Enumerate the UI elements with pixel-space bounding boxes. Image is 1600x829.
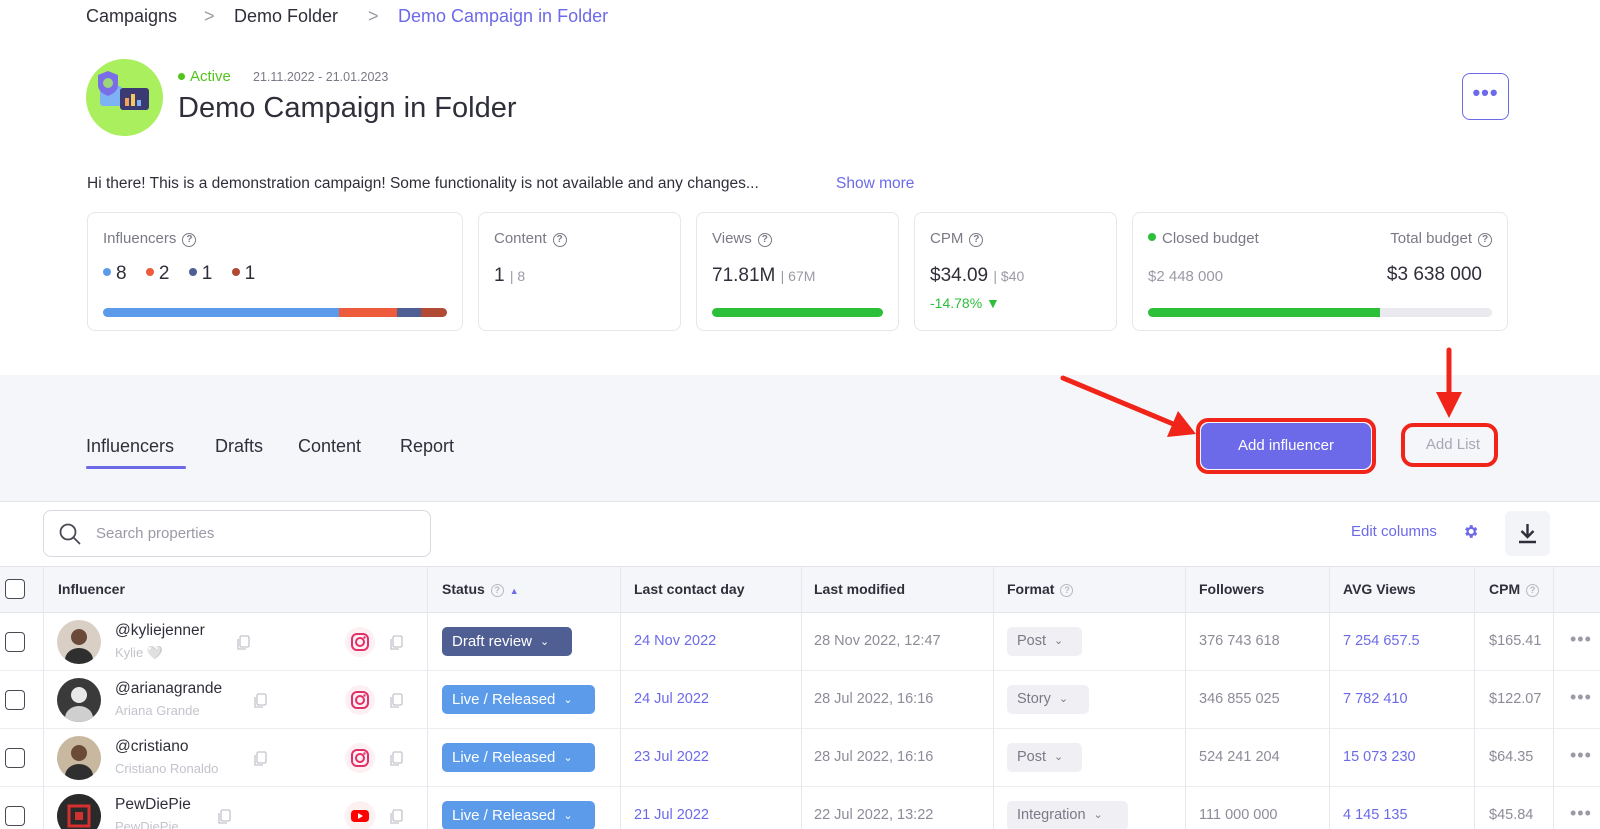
copy-icon[interactable] — [253, 751, 267, 767]
influencer-handle[interactable]: @kyliejenner — [115, 622, 205, 640]
influencer-handle[interactable]: @arianagrande — [115, 680, 222, 698]
column-header-cpm[interactable]: CPM? — [1489, 581, 1540, 597]
row-more-button[interactable]: ••• — [1570, 687, 1592, 708]
download-icon — [1519, 524, 1536, 544]
last-contact-date[interactable]: 23 Jul 2022 — [634, 749, 709, 765]
format-dropdown[interactable]: Post ⌄ — [1007, 627, 1082, 656]
row-checkbox[interactable] — [5, 748, 25, 768]
search-input[interactable]: Search properties — [43, 510, 431, 557]
search-icon — [59, 523, 81, 545]
chevron-down-icon: ⌄ — [1093, 809, 1103, 821]
copy-icon[interactable] — [389, 635, 403, 651]
avatar — [57, 736, 101, 780]
status-dropdown[interactable]: Draft review ⌄ — [442, 627, 572, 656]
influencer-name: PewDiePie — [115, 819, 179, 829]
cpm-value: $45.84 — [1489, 807, 1534, 823]
edit-columns-button[interactable]: Edit columns — [1351, 523, 1437, 540]
row-checkbox[interactable] — [5, 632, 25, 652]
followers-count: 524 241 204 — [1199, 749, 1280, 765]
chevron-down-icon: ⌄ — [1054, 635, 1064, 647]
format-dropdown[interactable]: Integration ⌄ — [1007, 801, 1128, 829]
copy-icon[interactable] — [389, 693, 403, 709]
row-more-button[interactable]: ••• — [1570, 803, 1592, 824]
avg-views[interactable]: 7 782 410 — [1343, 691, 1408, 707]
avatar — [57, 678, 101, 722]
cpm-value: $64.35 — [1489, 749, 1534, 765]
chevron-down-icon: ⌄ — [563, 694, 573, 706]
row-checkbox[interactable] — [5, 690, 25, 710]
avg-views[interactable]: 7 254 657.5 — [1343, 633, 1420, 649]
help-icon: ? — [490, 584, 504, 597]
status-dropdown[interactable]: Live / Released ⌄ — [442, 743, 595, 772]
status-dropdown[interactable]: Live / Released ⌄ — [442, 801, 595, 829]
status-dropdown[interactable]: Live / Released ⌄ — [442, 685, 595, 714]
last-contact-date[interactable]: 21 Jul 2022 — [634, 807, 709, 823]
chevron-down-icon: ⌄ — [563, 810, 573, 822]
followers-count: 376 743 618 — [1199, 633, 1280, 649]
avg-views[interactable]: 15 073 230 — [1343, 749, 1416, 765]
row-checkbox[interactable] — [5, 806, 25, 826]
column-header-influencer[interactable]: Influencer — [58, 581, 125, 597]
row-more-button[interactable]: ••• — [1570, 745, 1592, 766]
column-header-followers[interactable]: Followers — [1199, 581, 1264, 597]
avatar — [57, 620, 101, 664]
download-button[interactable] — [1505, 511, 1550, 556]
influencer-name: Kylie 🤍 — [115, 645, 163, 660]
avg-views[interactable]: 4 145 135 — [1343, 807, 1408, 823]
influencer-name: Cristiano Ronaldo — [115, 761, 219, 776]
last-modified: 28 Jul 2022, 16:16 — [814, 691, 934, 707]
search-placeholder: Search properties — [96, 525, 215, 542]
influencer-name: Ariana Grande — [115, 703, 200, 718]
last-modified: 22 Jul 2022, 13:22 — [814, 807, 934, 823]
row-more-button[interactable]: ••• — [1570, 629, 1592, 650]
cpm-value: $165.41 — [1489, 633, 1542, 649]
copy-icon[interactable] — [217, 809, 231, 825]
last-contact-date[interactable]: 24 Jul 2022 — [634, 691, 709, 707]
copy-icon[interactable] — [236, 635, 250, 651]
cpm-value: $122.07 — [1489, 691, 1542, 707]
column-header-status[interactable]: Status? ▲ — [442, 581, 519, 597]
column-header-format[interactable]: Format? — [1007, 581, 1074, 597]
format-dropdown[interactable]: Post ⌄ — [1007, 743, 1082, 772]
last-contact-date[interactable]: 24 Nov 2022 — [634, 633, 716, 649]
chevron-down-icon: ⌄ — [1058, 693, 1069, 705]
help-icon: ? — [1060, 584, 1074, 597]
copy-icon[interactable] — [389, 809, 403, 825]
youtube-icon[interactable] — [345, 801, 375, 829]
instagram-icon[interactable] — [345, 685, 375, 715]
column-header-avg-views[interactable]: AVG Views — [1343, 581, 1416, 597]
copy-icon[interactable] — [389, 751, 403, 767]
last-modified: 28 Jul 2022, 16:16 — [814, 749, 934, 765]
copy-icon[interactable] — [253, 693, 267, 709]
followers-count: 346 855 025 — [1199, 691, 1280, 707]
help-icon: ? — [1526, 584, 1540, 597]
chevron-down-icon: ⌄ — [563, 752, 573, 764]
instagram-icon[interactable] — [345, 627, 375, 657]
select-all-checkbox[interactable] — [5, 579, 25, 599]
last-modified: 28 Nov 2022, 12:47 — [814, 633, 941, 649]
influencer-handle[interactable]: @cristiano — [115, 738, 188, 756]
chevron-down-icon: ⌄ — [1054, 751, 1064, 763]
column-header-last-contact[interactable]: Last contact day — [634, 581, 744, 597]
column-header-last-modified[interactable]: Last modified — [814, 581, 905, 597]
instagram-icon[interactable] — [345, 743, 375, 773]
gear-icon[interactable] — [1462, 523, 1479, 540]
format-dropdown[interactable]: Story ⌄ — [1007, 685, 1089, 714]
followers-count: 111 000 000 — [1199, 807, 1278, 823]
influencer-handle[interactable]: PewDiePie — [115, 796, 191, 814]
chevron-down-icon: ⌄ — [540, 636, 550, 648]
sort-icon: ▲ — [509, 586, 519, 596]
